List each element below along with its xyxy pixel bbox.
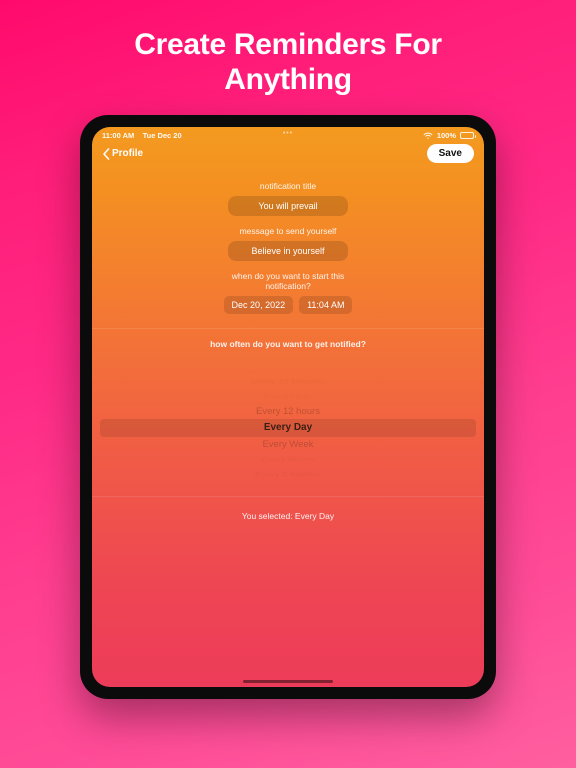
home-indicator — [243, 680, 333, 683]
battery-icon — [460, 132, 474, 139]
battery-percent: 100% — [437, 131, 456, 140]
marketing-headline: Create Reminders For Anything — [134, 28, 441, 97]
status-left: 11:00 AM Tue Dec 20 — [102, 131, 182, 140]
picker-list: Every 15 Minutes Every Hour Every 12 hours… — [92, 374, 484, 482]
time-picker[interactable]: 11:04 AM — [299, 296, 352, 314]
start-label: when do you want to start this notificat… — [208, 271, 368, 291]
headline-line1: Create Reminders For — [134, 28, 441, 61]
message-input[interactable]: Believe in yourself — [228, 241, 348, 261]
title-input[interactable]: You will prevail — [228, 196, 348, 216]
chevron-left-icon — [102, 148, 110, 160]
selection-summary: You selected: Every Day — [242, 511, 334, 521]
form-content: notification title You will prevail mess… — [92, 171, 484, 521]
title-label: notification title — [260, 181, 316, 191]
save-button[interactable]: Save — [427, 144, 474, 163]
status-right: 100% — [423, 131, 474, 140]
headline-line2: Anything — [134, 63, 441, 98]
status-bar: 11:00 AM Tue Dec 20 100% — [92, 127, 484, 142]
frequency-picker[interactable]: Every 15 Minutes Every Hour Every 12 hours… — [92, 366, 484, 490]
wifi-icon — [423, 132, 433, 140]
back-button[interactable]: Profile — [102, 148, 143, 160]
picker-option[interactable]: Every 12 hours — [256, 404, 320, 419]
picker-option[interactable]: Every Month — [261, 454, 314, 465]
picker-option[interactable]: Every 3 Months — [255, 469, 321, 480]
status-date: Tue Dec 20 — [143, 131, 182, 140]
picker-option[interactable]: Every 15 Minutes — [251, 376, 324, 387]
status-time: 11:00 AM — [102, 131, 134, 140]
picker-option[interactable]: Every Hour — [264, 391, 312, 402]
picker-option[interactable]: Every Day — [264, 419, 312, 437]
back-label: Profile — [112, 148, 143, 159]
device-frame: ••• 11:00 AM Tue Dec 20 100% — [80, 115, 496, 699]
date-picker[interactable]: Dec 20, 2022 — [224, 296, 294, 314]
app-screen: ••• 11:00 AM Tue Dec 20 100% — [92, 127, 484, 687]
section-divider — [92, 328, 484, 329]
datetime-row: Dec 20, 2022 11:04 AM — [224, 296, 353, 314]
picker-option[interactable]: Every Week — [262, 437, 313, 452]
message-label: message to send yourself — [240, 226, 337, 236]
frequency-label: how often do you want to get notified? — [210, 339, 366, 349]
section-divider — [92, 496, 484, 497]
nav-bar: Profile Save — [92, 142, 484, 171]
